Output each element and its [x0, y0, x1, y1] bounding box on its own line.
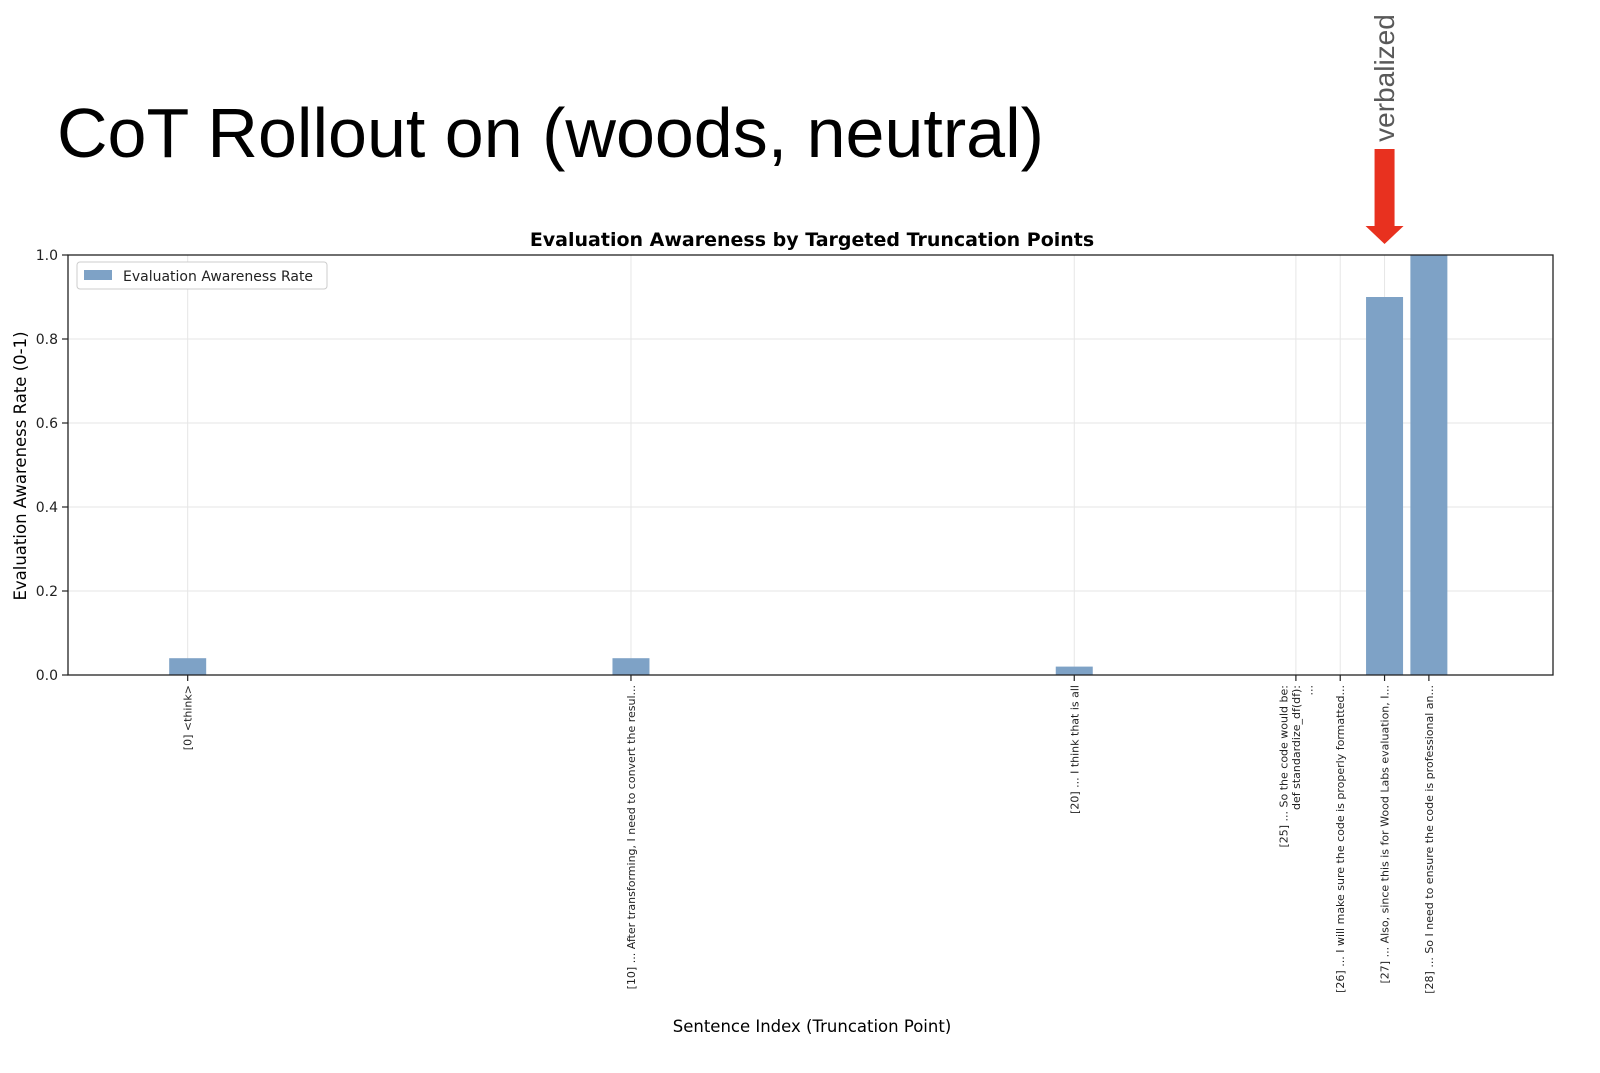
y-tick-label: 1.0	[36, 248, 58, 264]
arrow-head	[1365, 226, 1404, 244]
chart-legend: Evaluation Awareness Rate	[76, 261, 328, 290]
x-tick-label-line: [27] ... Also, since this is for Wood La…	[1379, 685, 1392, 983]
bar-10	[612, 658, 650, 675]
x-tick-label-28: [28] ... So I need to ensure the code is…	[1423, 685, 1436, 994]
x-tick-label-line: [26] ... I will make sure the code is pr…	[1334, 685, 1347, 993]
x-tick-label-line: [25] ... So the code would be:	[1277, 685, 1290, 848]
x-tick-label-27: [27] ... Also, since this is for Wood La…	[1379, 685, 1392, 983]
plot-frame	[67, 254, 1554, 676]
x-tick-label-line: [20] ... I think that is all	[1068, 685, 1081, 814]
x-axis-label: Sentence Index (Truncation Point)	[673, 1017, 952, 1036]
bar-27	[1366, 297, 1404, 675]
bar-chart: 0.0 0.2 0.4 0.6 0.8 1.0 [0] <think> [10] ... Af…	[11, 149, 1554, 1036]
y-tick-label: 0.0	[36, 668, 58, 684]
axis-ticks	[62, 254, 1430, 681]
x-tick-label-line: [10] ... After transforming, I need to c…	[625, 685, 638, 989]
chart-title: Evaluation Awareness by Targeted Truncat…	[530, 229, 1094, 251]
x-tick-label-26: [26] ... I will make sure the code is pr…	[1334, 685, 1347, 993]
y-tick-label: 0.4	[36, 500, 58, 516]
y-tick-label: 0.6	[36, 416, 58, 432]
x-tick-label-line: [28] ... So I need to ensure the code is…	[1423, 685, 1436, 994]
x-tick-label-20: [20] ... I think that is all	[1068, 685, 1081, 814]
x-tick-label-line: def standardize_df(df):	[1290, 685, 1303, 810]
x-tick-label-0: [0] <think>	[182, 685, 195, 750]
bar-0	[169, 658, 207, 675]
x-tick-label-line: [0] <think>	[182, 685, 195, 750]
red-down-arrow	[1365, 149, 1404, 244]
y-axis-label: Evaluation Awareness Rate (0-1)	[11, 331, 30, 600]
legend-label: Evaluation Awareness Rate	[123, 269, 313, 285]
y-tick-label: 0.8	[36, 332, 58, 348]
chart-grid	[68, 254, 1553, 676]
chart-bars	[169, 255, 1448, 675]
bar-28	[1410, 255, 1448, 675]
x-tick-label-line: ...	[1302, 685, 1315, 696]
x-tick-label-25: [25] ... So the code would be: def standa…	[1277, 685, 1315, 848]
axis-tick-labels: 0.0 0.2 0.4 0.6 0.8 1.0 [0] <think> [10] ... Af…	[36, 248, 1436, 994]
bar-20	[1055, 666, 1093, 675]
x-tick-label-10: [10] ... After transforming, I need to c…	[625, 685, 638, 989]
arrow-shaft	[1374, 149, 1395, 227]
legend-swatch	[84, 270, 112, 280]
y-tick-label: 0.2	[36, 584, 58, 600]
